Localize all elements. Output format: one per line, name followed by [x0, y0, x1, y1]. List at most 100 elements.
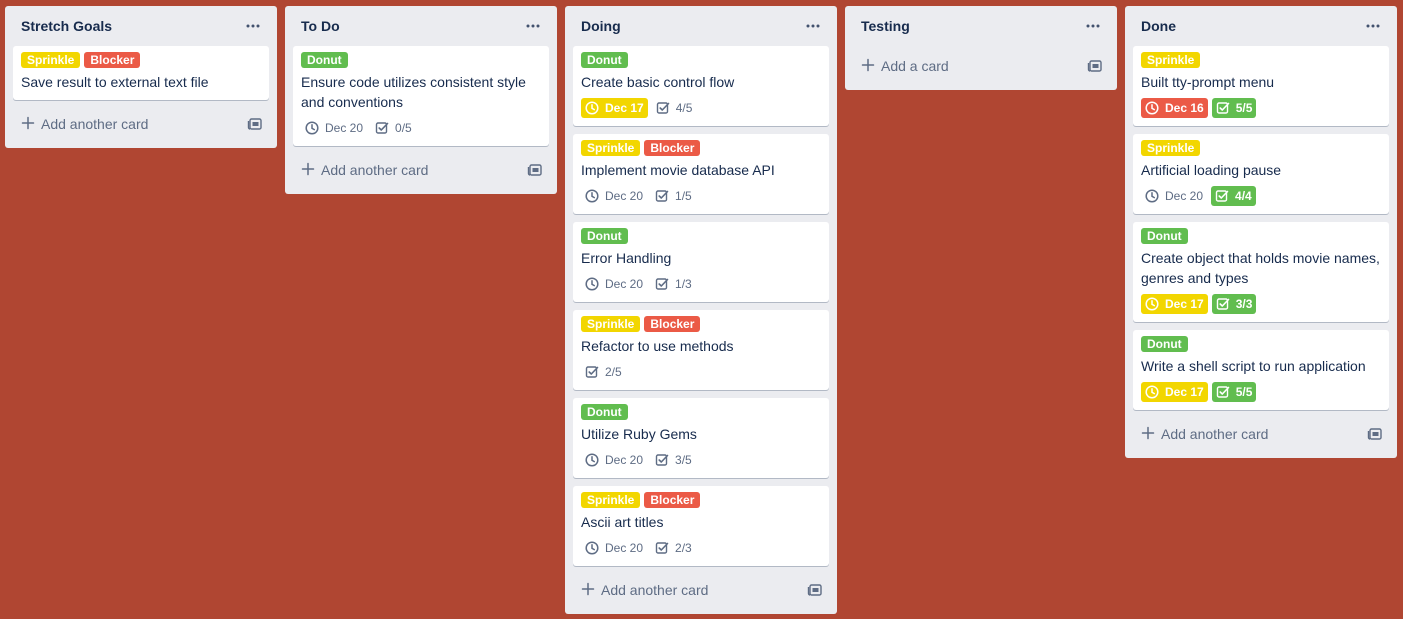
card-badges: Dec 20 1/5: [581, 184, 821, 208]
card[interactable]: Donut Error Handling Dec 20 1/3: [573, 222, 829, 302]
checklist-count: 3/5: [675, 453, 692, 467]
card-template-icon[interactable]: [245, 114, 265, 134]
clock-icon: [585, 541, 599, 555]
label-blocker[interactable]: Blocker: [84, 52, 141, 68]
label-donut[interactable]: Donut: [1141, 228, 1188, 244]
card-title: Save result to external text file: [21, 74, 209, 90]
list-title[interactable]: Doing: [581, 18, 621, 34]
due-date-badge[interactable]: Dec 17: [1141, 294, 1208, 314]
list-title[interactable]: Stretch Goals: [21, 18, 112, 34]
due-date-badge[interactable]: Dec 17: [581, 98, 648, 118]
list-done: Done Sprinkle Built tty-prompt menu Dec 16 5…: [1125, 6, 1397, 458]
checklist-icon: [655, 541, 669, 555]
due-date-badge[interactable]: Dec 20: [581, 450, 647, 470]
card-labels: Sprinkle: [1141, 140, 1381, 156]
list-header: Stretch Goals: [13, 6, 269, 46]
label-donut[interactable]: Donut: [581, 404, 628, 420]
add-card-button[interactable]: Add another card: [581, 582, 708, 599]
card[interactable]: Donut Utilize Ruby Gems Dec 20 3/5: [573, 398, 829, 478]
list-title[interactable]: Done: [1141, 18, 1176, 34]
due-date-badge[interactable]: Dec 20: [581, 274, 647, 294]
list-footer: Add another card: [573, 570, 829, 610]
card[interactable]: Sprinkle Blocker Ascii art titles Dec 20 2/3: [573, 486, 829, 566]
card[interactable]: Sprinkle Blocker Implement movie database …: [573, 134, 829, 214]
card-title: Write a shell script to run application: [1141, 358, 1366, 374]
checklist-badge: 1/3: [651, 274, 696, 294]
checklist-count: 0/5: [395, 121, 412, 135]
card[interactable]: Donut Ensure code utilizes consistent sty…: [293, 46, 549, 146]
more-options-icon[interactable]: [241, 14, 265, 38]
card-title: Utilize Ruby Gems: [581, 426, 697, 442]
due-date-badge[interactable]: Dec 20: [581, 538, 647, 558]
label-donut[interactable]: Donut: [1141, 336, 1188, 352]
more-options-icon[interactable]: [801, 14, 825, 38]
label-sprinkle[interactable]: Sprinkle: [1141, 140, 1201, 156]
card-title: Create basic control flow: [581, 74, 735, 90]
add-card-button[interactable]: Add a card: [861, 58, 949, 75]
due-date-text: Dec 17: [605, 101, 644, 115]
card-title: Built tty-prompt menu: [1141, 74, 1275, 90]
checklist-icon: [655, 277, 669, 291]
label-sprinkle[interactable]: Sprinkle: [581, 316, 641, 332]
label-sprinkle[interactable]: Sprinkle: [581, 140, 641, 156]
card-badges: 2/5: [581, 360, 821, 384]
add-card-button[interactable]: Add another card: [21, 116, 148, 133]
label-sprinkle[interactable]: Sprinkle: [21, 52, 81, 68]
more-options-icon[interactable]: [1361, 14, 1385, 38]
card[interactable]: Donut Write a shell script to run applica…: [1133, 330, 1389, 410]
card-labels: Donut: [1141, 228, 1381, 244]
checklist-count: 4/5: [675, 101, 693, 115]
add-card-button[interactable]: Add another card: [1141, 426, 1268, 443]
clock-icon: [585, 101, 599, 115]
due-date-badge[interactable]: Dec 16: [1141, 98, 1208, 118]
checklist-count: 2/3: [675, 541, 692, 555]
due-date-badge[interactable]: Dec 20: [301, 118, 367, 138]
card-labels: Sprinkle Blocker: [581, 492, 821, 508]
card-labels: Sprinkle Blocker: [581, 316, 821, 332]
label-sprinkle[interactable]: Sprinkle: [581, 492, 641, 508]
checklist-count: 1/3: [675, 277, 692, 291]
due-date-badge[interactable]: Dec 17: [1141, 382, 1208, 402]
add-card-button[interactable]: Add another card: [301, 162, 428, 179]
label-donut[interactable]: Donut: [581, 52, 628, 68]
due-date-badge[interactable]: Dec 20: [581, 186, 647, 206]
label-donut[interactable]: Donut: [581, 228, 628, 244]
card[interactable]: Sprinkle Artificial loading pause Dec 20 4/…: [1133, 134, 1389, 214]
more-options-icon[interactable]: [521, 14, 545, 38]
checklist-badge: 3/3: [1211, 294, 1257, 314]
list-testing: Testing Add a card: [845, 6, 1117, 90]
card[interactable]: Donut Create basic control flow Dec 17 4/5: [573, 46, 829, 126]
card-labels: Donut: [1141, 336, 1381, 352]
checklist-count: 4/4: [1235, 189, 1252, 203]
card-template-icon[interactable]: [1365, 424, 1385, 444]
label-blocker[interactable]: Blocker: [644, 316, 701, 332]
checklist-badge: 5/5: [1211, 382, 1257, 402]
label-sprinkle[interactable]: Sprinkle: [1141, 52, 1201, 68]
card[interactable]: Sprinkle Built tty-prompt menu Dec 16 5/5: [1133, 46, 1389, 126]
card-title: Refactor to use methods: [581, 338, 734, 354]
label-donut[interactable]: Donut: [301, 52, 348, 68]
board: Stretch Goals Sprinkle Blocker Save result …: [0, 0, 1403, 619]
more-options-icon[interactable]: [1081, 14, 1105, 38]
card-template-icon[interactable]: [1085, 56, 1105, 76]
label-blocker[interactable]: Blocker: [644, 492, 701, 508]
card-labels: Donut: [581, 52, 821, 68]
card-template-icon[interactable]: [805, 580, 825, 600]
list-to-do: To Do Donut Ensure code utilizes consisten…: [285, 6, 557, 194]
card-labels: Sprinkle: [1141, 52, 1381, 68]
plus-icon: [861, 58, 875, 75]
add-card-label: Add another card: [321, 162, 429, 178]
list-doing: Doing Donut Create basic control flow Dec 1…: [565, 6, 837, 614]
card-template-icon[interactable]: [525, 160, 545, 180]
label-blocker[interactable]: Blocker: [644, 140, 701, 156]
card-labels: Donut: [581, 404, 821, 420]
card[interactable]: Donut Create object that holds movie name…: [1133, 222, 1389, 322]
due-date-text: Dec 17: [1165, 297, 1204, 311]
card-labels: Sprinkle Blocker: [581, 140, 821, 156]
card[interactable]: Sprinkle Blocker Refactor to use methods 2/…: [573, 310, 829, 390]
list-footer: Add another card: [1133, 414, 1389, 454]
card[interactable]: Sprinkle Blocker Save result to external t…: [13, 46, 269, 100]
list-title[interactable]: To Do: [301, 18, 340, 34]
due-date-badge[interactable]: Dec 20: [1141, 186, 1207, 206]
list-title[interactable]: Testing: [861, 18, 910, 34]
